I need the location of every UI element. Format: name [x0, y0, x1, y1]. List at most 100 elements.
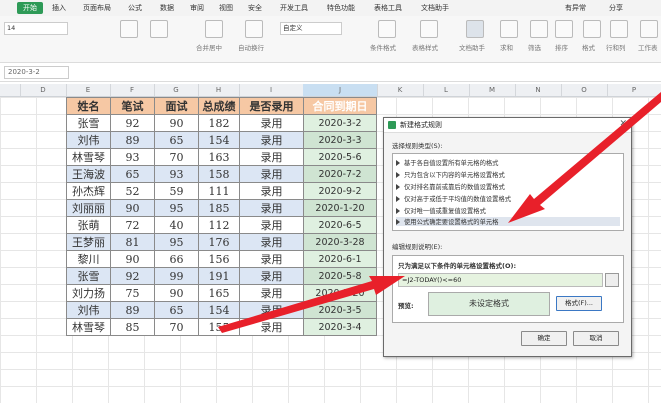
close-icon[interactable]: ✕	[619, 119, 627, 129]
cell[interactable]: 112	[198, 216, 240, 234]
cell[interactable]: 70	[154, 148, 199, 166]
cell[interactable]: 孙杰辉	[66, 182, 111, 200]
cell[interactable]: 165	[198, 284, 240, 302]
cell[interactable]: 81	[110, 233, 155, 251]
range-picker-icon[interactable]	[605, 273, 619, 287]
cell[interactable]: 90	[110, 199, 155, 217]
date-cell[interactable]: 2020-5-8	[303, 267, 377, 285]
date-cell[interactable]: 2020-3-20	[303, 284, 377, 302]
tab-start[interactable]: 开始	[17, 2, 43, 14]
align-left-icon[interactable]	[120, 20, 138, 38]
tab-review[interactable]: 审阅	[190, 3, 204, 13]
rule-type-item[interactable]: 只为包含以下内容的单元格设置格式	[396, 170, 505, 179]
cell[interactable]: 录用	[239, 114, 304, 132]
format-icon[interactable]	[583, 20, 601, 38]
header-cell[interactable]: 面试	[154, 97, 199, 115]
cell[interactable]: 刘伟	[66, 301, 111, 319]
number-format-select[interactable]: 自定义	[280, 22, 342, 35]
cell[interactable]: 89	[110, 131, 155, 149]
column-header[interactable]: G	[154, 84, 199, 96]
date-cell[interactable]: 2020-1-20	[303, 199, 377, 217]
cell[interactable]: 刘丽丽	[66, 199, 111, 217]
cell[interactable]: 111	[198, 182, 240, 200]
cell[interactable]: 95	[154, 199, 199, 217]
share-button[interactable]: 分享	[609, 3, 623, 13]
merge-center-icon[interactable]	[205, 20, 223, 38]
cell[interactable]: 林雪琴	[66, 318, 111, 336]
header-cell[interactable]: 姓名	[66, 97, 111, 115]
rule-type-item[interactable]: 基于各自值设置所有单元格的格式	[396, 158, 498, 167]
cell[interactable]: 90	[154, 284, 199, 302]
cell[interactable]: 75	[110, 284, 155, 302]
date-cell[interactable]: 2020-3-3	[303, 131, 377, 149]
cell[interactable]: 70	[154, 318, 199, 336]
cell[interactable]: 林雪琴	[66, 148, 111, 166]
row-col-icon[interactable]	[610, 20, 628, 38]
date-cell[interactable]: 2020-3-2	[303, 114, 377, 132]
cell[interactable]: 录用	[239, 301, 304, 319]
header-cell[interactable]: 总成绩	[198, 97, 240, 115]
cell[interactable]: 录用	[239, 284, 304, 302]
column-header[interactable]: F	[110, 84, 155, 96]
header-cell[interactable]: 合同到期日	[303, 97, 377, 115]
ok-button[interactable]: 确定	[521, 331, 567, 346]
cell[interactable]: 72	[110, 216, 155, 234]
cell[interactable]: 刘力扬	[66, 284, 111, 302]
column-header[interactable]: L	[423, 84, 470, 96]
cell[interactable]: 录用	[239, 216, 304, 234]
cell[interactable]: 99	[154, 267, 199, 285]
cell[interactable]: 176	[198, 233, 240, 251]
dialog-titlebar[interactable]: 新建格式规则 ✕	[384, 118, 631, 133]
tab-table-tools[interactable]: 表格工具	[374, 3, 402, 13]
cell[interactable]: 黎川	[66, 250, 111, 268]
cell[interactable]: 59	[154, 182, 199, 200]
cell[interactable]: 王海波	[66, 165, 111, 183]
cell[interactable]: 张雪	[66, 114, 111, 132]
cell[interactable]: 154	[198, 301, 240, 319]
date-cell[interactable]: 2020-3-4	[303, 318, 377, 336]
conditional-format-icon[interactable]	[378, 20, 396, 38]
cell[interactable]: 90	[154, 114, 199, 132]
cell[interactable]: 录用	[239, 148, 304, 166]
rule-type-item-selected[interactable]: 使用公式确定要设置格式的单元格	[396, 217, 620, 226]
cell[interactable]: 40	[154, 216, 199, 234]
cell[interactable]: 张萌	[66, 216, 111, 234]
cell[interactable]: 录用	[239, 182, 304, 200]
cell[interactable]: 65	[154, 301, 199, 319]
date-cell[interactable]: 2020-6-1	[303, 250, 377, 268]
tab-doc-assistant[interactable]: 文档助手	[421, 3, 449, 13]
cell[interactable]: 95	[154, 233, 199, 251]
header-cell[interactable]: 笔试	[110, 97, 155, 115]
header-cell[interactable]: 是否录用	[239, 97, 304, 115]
sum-icon[interactable]	[500, 20, 518, 38]
tab-special[interactable]: 特色功能	[327, 3, 355, 13]
cell[interactable]: 92	[110, 267, 155, 285]
tab-formulas[interactable]: 公式	[128, 3, 142, 13]
date-cell[interactable]: 2020-3-5	[303, 301, 377, 319]
tab-insert[interactable]: 插入	[52, 3, 66, 13]
align-center-icon[interactable]	[150, 20, 168, 38]
cell[interactable]: 185	[198, 199, 240, 217]
date-cell[interactable]: 2020-7-2	[303, 165, 377, 183]
column-header[interactable]: D	[20, 84, 67, 96]
cell[interactable]: 65	[110, 165, 155, 183]
cell[interactable]: 52	[110, 182, 155, 200]
cell[interactable]: 155	[198, 318, 240, 336]
column-header[interactable]: M	[469, 84, 516, 96]
rule-type-item[interactable]: 仅对唯一值或重复值设置格式	[396, 206, 486, 215]
cell[interactable]: 85	[110, 318, 155, 336]
cell[interactable]: 录用	[239, 199, 304, 217]
cell[interactable]: 163	[198, 148, 240, 166]
tab-security[interactable]: 安全	[248, 3, 262, 13]
cell[interactable]: 录用	[239, 131, 304, 149]
cell[interactable]: 录用	[239, 250, 304, 268]
cell[interactable]: 录用	[239, 165, 304, 183]
sort-icon[interactable]	[555, 20, 573, 38]
column-header[interactable]: K	[377, 84, 424, 96]
table-style-icon[interactable]	[420, 20, 438, 38]
rule-type-item[interactable]: 仅对排名靠前或靠后的数值设置格式	[396, 182, 505, 191]
cell[interactable]: 154	[198, 131, 240, 149]
tab-view[interactable]: 视图	[219, 3, 233, 13]
cell[interactable]: 刘伟	[66, 131, 111, 149]
cell[interactable]: 录用	[239, 233, 304, 251]
